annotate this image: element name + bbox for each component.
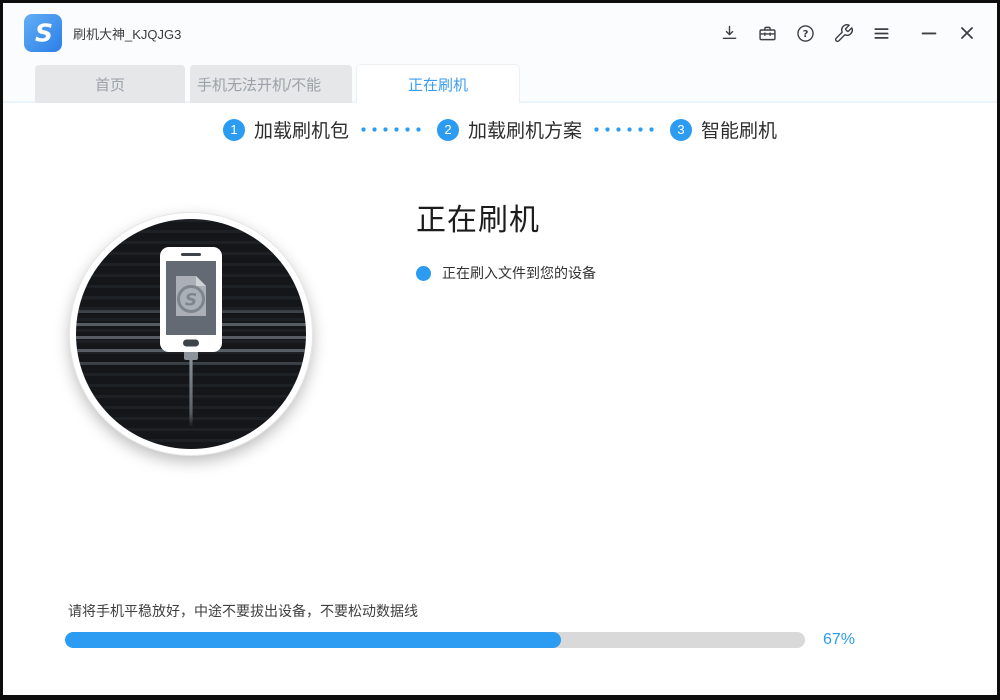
step-separator-dots <box>594 127 658 132</box>
status-dot-icon <box>416 266 431 281</box>
phone-illustration: S <box>70 213 312 455</box>
step-label: 加载刷机方案 <box>468 116 582 143</box>
main-info: 正在刷机 正在刷入文件到您的设备 <box>416 195 596 283</box>
svg-text:?: ? <box>802 29 808 40</box>
step-label: 智能刷机 <box>701 116 777 143</box>
tab-phone-cannot-boot[interactable]: 手机无法开机/不能 <box>190 65 352 103</box>
content-area: 1 加载刷机包 2 加载刷机方案 3 智能刷机 <box>3 103 997 693</box>
tab-label: 正在刷机 <box>408 74 468 95</box>
toolbox-icon[interactable] <box>755 21 779 45</box>
footer: 请将手机平稳放好，中途不要拔出设备，不要松动数据线 67% <box>65 601 941 649</box>
svg-text:S: S <box>185 291 197 311</box>
phone-with-cable-icon: S <box>151 245 231 435</box>
step-number-badge: 3 <box>670 119 692 141</box>
step-3: 3 智能刷机 <box>670 116 777 143</box>
warning-text: 请将手机平稳放好，中途不要拔出设备，不要松动数据线 <box>65 601 941 621</box>
tab-home[interactable]: 首页 <box>35 65 185 103</box>
step-indicator: 1 加载刷机包 2 加载刷机方案 3 智能刷机 <box>3 116 997 143</box>
svg-text:S: S <box>35 19 53 48</box>
step-1: 1 加载刷机包 <box>223 116 349 143</box>
menu-icon[interactable] <box>869 21 893 45</box>
page-title: 正在刷机 <box>416 195 596 239</box>
close-button[interactable] <box>955 21 979 45</box>
status-text: 正在刷入文件到您的设备 <box>442 263 596 283</box>
window-title: 刷机大神_KJQJG3 <box>73 24 181 43</box>
progress-row: 67% <box>65 631 941 649</box>
status-row: 正在刷入文件到您的设备 <box>416 263 596 283</box>
titlebar-actions: ? <box>717 21 979 45</box>
progress-fill <box>65 632 561 648</box>
step-separator-dots <box>361 127 425 132</box>
tab-flashing-active[interactable]: 正在刷机 <box>357 65 519 103</box>
tab-label: 首页 <box>95 74 125 95</box>
wrench-icon[interactable] <box>831 21 855 45</box>
progress-percent: 67% <box>823 631 855 649</box>
step-2: 2 加载刷机方案 <box>437 116 582 143</box>
step-number-badge: 1 <box>223 119 245 141</box>
app-logo-icon: S <box>24 14 62 52</box>
download-icon[interactable] <box>717 21 741 45</box>
step-number-badge: 2 <box>437 119 459 141</box>
titlebar: S 刷机大神_KJQJG3 ? <box>3 3 997 63</box>
app-window: S 刷机大神_KJQJG3 ? <box>0 0 1000 700</box>
help-icon[interactable]: ? <box>793 21 817 45</box>
striped-circle: S <box>70 213 312 455</box>
tab-label: 手机无法开机/不能 <box>197 74 321 95</box>
progress-bar <box>65 632 805 648</box>
tab-bar: 首页 手机无法开机/不能 正在刷机 <box>3 63 997 103</box>
minimize-button[interactable] <box>917 21 941 45</box>
step-label: 加载刷机包 <box>254 116 349 143</box>
